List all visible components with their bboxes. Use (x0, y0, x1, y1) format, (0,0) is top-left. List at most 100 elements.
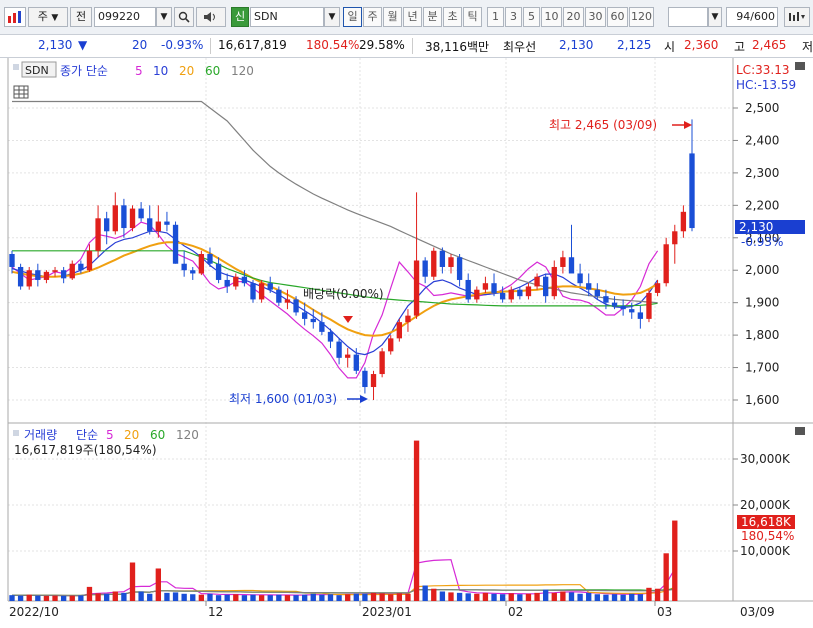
volume-bar (129, 562, 136, 601)
candle-body (327, 331, 334, 342)
stock-name-field[interactable]: SDN (250, 7, 324, 27)
low-annotation: 최저 1,600 (01/03) (229, 392, 337, 406)
search-icon[interactable] (174, 7, 194, 27)
candle-body (543, 276, 549, 297)
volume-bar (586, 592, 592, 601)
market-label: 주 (37, 10, 48, 23)
volume-bar (293, 595, 299, 601)
candle-body (465, 279, 471, 300)
price-axis-tick: 1,800 (745, 328, 779, 342)
candle-body (353, 354, 359, 371)
event-annotation: 배당락(0.00%) (303, 287, 384, 301)
candle-body (319, 322, 325, 332)
settings-icon[interactable] (784, 7, 810, 27)
interval-input[interactable] (668, 7, 708, 27)
stock-code-input[interactable]: 099220 (94, 7, 156, 27)
high-annotation: 최고 2,465 (03/09) (549, 118, 657, 132)
code-dropdown-icon[interactable]: ▼ (156, 7, 172, 27)
volume-bar (663, 553, 669, 601)
stock-chart[interactable]: 2,5002,4002,3002,2002,1002,0001,9001,800… (0, 58, 813, 628)
panel-menu-icon-top[interactable] (795, 62, 805, 70)
candle-body (499, 292, 506, 300)
volume-bar (499, 594, 506, 601)
candle-body (560, 257, 566, 267)
count-field[interactable]: 94/600 (726, 7, 778, 27)
interval-tab-5[interactable]: 30 (585, 7, 606, 27)
volume-bar (267, 595, 273, 601)
period-tab-0[interactable]: 일 (343, 7, 362, 27)
candle-body (284, 299, 291, 303)
candle-body (594, 289, 600, 297)
volume-bar (577, 593, 583, 601)
candle-body (474, 289, 480, 300)
jeon-button[interactable]: 전 (70, 7, 92, 27)
interval-tab-1[interactable]: 3 (505, 7, 522, 27)
candle-body (43, 271, 50, 280)
candle-body (258, 283, 265, 300)
price-axis-tick: 2,500 (745, 101, 779, 115)
volume-bar (78, 595, 84, 601)
volume-bar (551, 592, 557, 601)
volume-bar (534, 592, 540, 601)
panel-menu-icon[interactable] (795, 427, 805, 435)
candle-body (301, 312, 308, 319)
interval-tab-3[interactable]: 10 (541, 7, 562, 27)
volume-bar (431, 588, 437, 601)
candle-body (147, 218, 153, 232)
high-price: 2,465 (752, 38, 787, 52)
period-tab-2[interactable]: 월 (383, 7, 402, 27)
candle-body (164, 221, 170, 225)
period-tab-6[interactable]: 틱 (463, 7, 482, 27)
volume-axis-tick: 20,000K (740, 498, 791, 512)
candle-body (654, 283, 661, 293)
volume-bar (138, 591, 144, 601)
candle-body (336, 341, 342, 358)
volume-bar (224, 594, 230, 601)
volume-bar (654, 588, 661, 601)
interval-tab-7[interactable]: 120 (629, 7, 654, 27)
candle-body (370, 374, 377, 388)
candle-body (155, 221, 161, 232)
trade-amount: 38,116백만 (425, 40, 490, 54)
candle-body (190, 270, 196, 274)
candle-body (310, 318, 316, 323)
volume-bar (121, 592, 127, 601)
volume-bar (215, 595, 222, 601)
candle-body (439, 250, 446, 267)
price-axis-tick: 2,200 (745, 198, 779, 212)
low-label: 저 (802, 40, 813, 54)
volume-bar (543, 589, 549, 601)
sound-icon[interactable] (196, 7, 226, 27)
open-label: 시 (664, 40, 676, 54)
table-icon[interactable] (13, 85, 29, 99)
volume-legend-ma: 단순 (76, 428, 98, 442)
price-change: 20 (132, 38, 148, 52)
chart-type-icon[interactable] (4, 7, 26, 27)
volume-bar (568, 592, 575, 601)
market-select[interactable]: 주 ▼ (28, 7, 68, 27)
volume-bar (560, 591, 566, 601)
candle-body (448, 257, 454, 267)
interval-tab-2[interactable]: 5 (523, 7, 540, 27)
legend-name: SDN (25, 64, 49, 77)
interval-tab-0[interactable]: 1 (487, 7, 504, 27)
period-tab-5[interactable]: 초 (443, 7, 462, 27)
interval-tab-4[interactable]: 20 (563, 7, 584, 27)
volume-bar (310, 593, 316, 601)
candle-body (78, 263, 84, 271)
period-tab-4[interactable]: 분 (423, 7, 442, 27)
new-badge: 신 (231, 7, 249, 27)
period-tab-3[interactable]: 년 (403, 7, 422, 27)
volume-bar (525, 593, 532, 601)
candle-body (35, 270, 41, 280)
volume-bar (319, 594, 325, 601)
name-dropdown-icon[interactable]: ▼ (324, 7, 340, 27)
legend-ma-10: 10 (153, 64, 168, 78)
interval-dropdown-icon[interactable]: ▼ (708, 7, 722, 27)
period-tab-1[interactable]: 주 (363, 7, 382, 27)
volume-legend-ma-5: 5 (106, 428, 114, 442)
interval-tab-6[interactable]: 60 (607, 7, 628, 27)
candle-body (138, 208, 144, 219)
volume-bar (413, 440, 420, 601)
candle-body (267, 283, 273, 290)
